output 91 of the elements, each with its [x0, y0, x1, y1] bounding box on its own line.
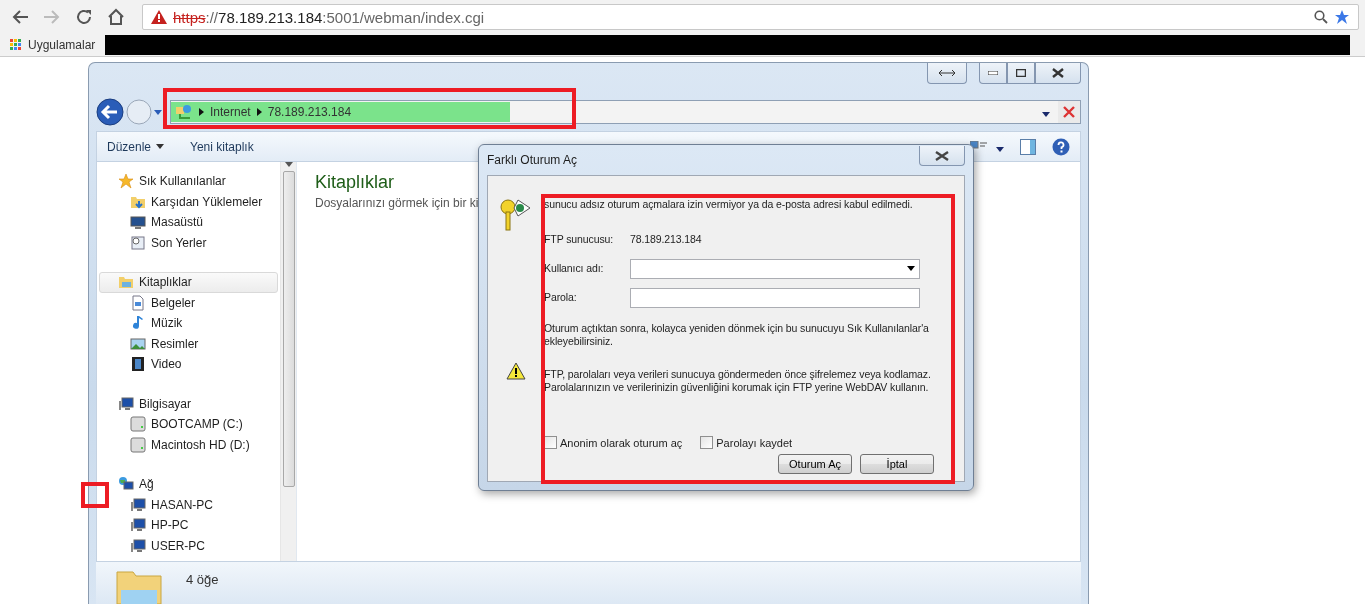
warning-icon [506, 362, 526, 380]
sidebar-item[interactable]: BOOTCAMP (C:) [99, 414, 278, 435]
clock-icon [130, 234, 146, 251]
close-icon [935, 150, 949, 161]
apps-grid-icon[interactable] [10, 39, 22, 51]
close-icon [1052, 68, 1064, 78]
double-arrow-icon [938, 69, 956, 77]
arrow-right-icon [43, 9, 61, 25]
back-button[interactable] [96, 98, 124, 126]
username-label: Kullanıcı adı: [544, 262, 605, 275]
breadcrumb-item[interactable]: Internet [210, 105, 251, 119]
sidebar-item[interactable]: Macintosh HD (D:) [99, 434, 278, 455]
sidebar-item[interactable]: Masaüstü [99, 212, 278, 233]
computer-icon [130, 517, 146, 534]
highlight-frame [81, 482, 109, 508]
username-field[interactable] [630, 258, 920, 279]
star-icon [118, 173, 134, 190]
image-icon [130, 335, 146, 352]
organize-menu[interactable]: Düzenle [107, 137, 165, 156]
caret-icon [1042, 112, 1050, 117]
drive-icon [130, 416, 146, 433]
url-text: https://78.189.213.184:5001/webman/index.cgi [173, 8, 485, 26]
chevron-icon [199, 108, 204, 116]
computer-icon [130, 496, 146, 513]
maximize-button[interactable] [1007, 63, 1035, 84]
new-library-button[interactable]: Yeni kitaplık [190, 137, 254, 156]
network-icon [175, 104, 193, 120]
server-address: 78.189.213.184 [630, 233, 703, 246]
close-button[interactable] [919, 146, 965, 166]
checkbox[interactable] [700, 436, 714, 449]
computer-icon [130, 537, 146, 554]
resize-button[interactable] [927, 63, 967, 84]
caret-icon [156, 144, 165, 149]
minimize-icon [988, 71, 998, 75]
search-icon[interactable] [1314, 10, 1328, 24]
sidebar-item[interactable]: Son Yerler [99, 232, 278, 253]
dialog-title: Farklı Oturum Aç [487, 153, 578, 167]
address-bar[interactable]: Internet 78.189.213.184 [170, 100, 1081, 124]
breadcrumb-item[interactable]: 78.189.213.184 [267, 105, 352, 119]
sidebar-item[interactable]: HP-PC [99, 515, 278, 536]
page-subtitle: Dosyalarınızı görmek için bir ki [315, 196, 479, 210]
computer-icon [118, 395, 134, 412]
arrow-left-icon [11, 9, 29, 25]
sidebar-item[interactable]: Kitaplıklar [99, 272, 278, 293]
page-title: Kitaplıklar [315, 172, 395, 193]
sidebar-item[interactable]: Belgeler [99, 292, 278, 313]
drive-icon [130, 436, 146, 453]
scrollbar[interactable] [280, 162, 296, 561]
address-bar[interactable]: https://78.189.213.184:5001/webman/index.cgi [142, 4, 1359, 30]
sidebar-item[interactable]: Resimler [99, 333, 278, 354]
reload-icon [75, 8, 93, 26]
music-note-icon [130, 315, 146, 332]
sidebar-item[interactable]: Sık Kullanılanlar [99, 171, 278, 192]
maximize-icon [1016, 69, 1026, 77]
preview-pane-icon[interactable] [1020, 138, 1036, 155]
close-icon[interactable] [1058, 101, 1080, 123]
sidebar-item[interactable]: HASAN-PC [99, 494, 278, 515]
sidebar-item[interactable]: Bilgisayar [99, 393, 278, 414]
warning-icon [151, 10, 167, 24]
error-message: sunucu adsız oturum açmalara izin vermiyor ya da e-posta adresi kabul edilmedi. [544, 198, 914, 211]
caret-icon [907, 266, 915, 271]
monitor-icon [130, 214, 146, 231]
key-icon [500, 198, 532, 232]
warning-text: FTP, parolaları veya verileri sunucuya göndermeden önce şifrelemez veya kodlamaz. Parolalarınızın ve verilerinizin güvenliğini korumak için FTP yerine WebDAV kullanın. [544, 368, 932, 394]
film-icon [130, 356, 146, 373]
login-button[interactable]: Oturum Aç [778, 454, 852, 474]
home-icon [107, 8, 125, 26]
close-button[interactable] [1035, 63, 1081, 84]
help-icon[interactable] [1052, 137, 1070, 156]
sidebar-item[interactable]: Video [99, 354, 278, 375]
sidebar-item[interactable]: Ağ [99, 474, 278, 495]
sidebar-item[interactable]: Müzik [99, 313, 278, 334]
checkbox-label: Anonim olarak oturum aç [560, 436, 683, 449]
server-label: FTP sunucusu: [544, 233, 615, 246]
sidebar-item[interactable]: Karşıdan Yüklemeler [99, 191, 278, 212]
item-count: 4 öğe [186, 572, 219, 587]
checkbox-label: Parolayı kaydet [716, 436, 793, 449]
apps-link[interactable]: Uygulamalar [28, 38, 96, 52]
document-icon [130, 294, 146, 311]
folder-icon [116, 568, 162, 604]
password-label: Parola: [544, 291, 578, 304]
chevron-icon [256, 108, 262, 116]
network-icon [118, 476, 134, 493]
cancel-button[interactable]: İptal [860, 454, 934, 474]
star-icon[interactable] [1334, 9, 1350, 25]
sidebar-item[interactable]: USER-PC [99, 535, 278, 556]
password-field[interactable] [630, 287, 920, 308]
info-text: Oturum açtıktan sonra, kolayca yeniden dönmek için bu sunucuyu Sık Kullanılanlar'a ekleyebilirsiniz. [544, 322, 930, 348]
folder-icon [118, 274, 134, 291]
caret-icon [996, 146, 1004, 152]
caret-icon [154, 109, 162, 115]
